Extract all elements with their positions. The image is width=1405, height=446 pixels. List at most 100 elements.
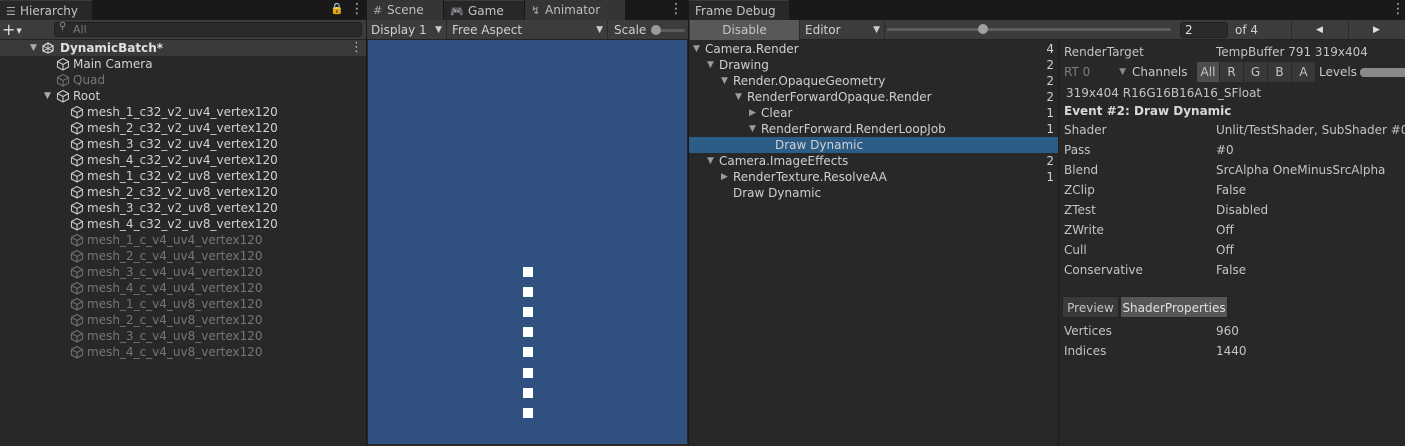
rendered-quad [523,327,533,338]
expand-arrow-icon[interactable]: ▼ [707,153,714,169]
scale-slider[interactable] [651,25,685,35]
preview-subtab[interactable]: Preview [1062,296,1119,318]
event-tree-item[interactable]: ▼ Render.OpaqueGeometry 2 [689,73,1058,89]
frame-debug-menu-icon[interactable]: ⋮ [1391,0,1405,20]
event-label: Camera.ImageEffects [719,154,849,168]
event-tree-item-selected[interactable]: Draw Dynamic [689,137,1058,153]
expand-arrow-icon[interactable]: ▼ [721,73,728,89]
aspect-dropdown[interactable]: Free Aspect ▼ [448,20,608,40]
game-menu-icon[interactable]: ⋮ [669,0,683,20]
hierarchy-item[interactable]: mesh_2_c32_v2_uv4_vertex120 [0,120,366,136]
expand-arrow-icon[interactable]: ▼ [693,41,700,57]
hierarchy-item[interactable]: mesh_2_c_v4_uv4_vertex120 [0,248,366,264]
prev-event-button[interactable]: ◀ [1291,20,1347,40]
hierarchy-item-label: mesh_1_c_v4_uv4_vertex120 [87,233,263,247]
rt-dropdown[interactable]: RT 0 ▼ [1060,62,1130,82]
event-tree-item[interactable]: Draw Dynamic [689,185,1058,201]
hierarchy-item[interactable]: mesh_2_c_v4_uv8_vertex120 [0,312,366,328]
hierarchy-item[interactable]: mesh_4_c32_v2_uv8_vertex120 [0,216,366,232]
hierarchy-item[interactable]: mesh_1_c_v4_uv8_vertex120 [0,296,366,312]
gameobject-cube-icon [70,313,84,327]
rendered-quad [523,387,533,398]
chevron-down-icon: ▼ [435,25,442,35]
disable-button[interactable]: Disable [690,20,800,40]
event-index-field[interactable]: 2 [1180,22,1228,38]
hierarchy-menu-icon[interactable]: ⋮ [350,0,364,20]
hierarchy-item[interactable]: ▼ Root [0,88,366,104]
hierarchy-item[interactable]: mesh_2_c32_v2_uv8_vertex120 [0,184,366,200]
tab-game[interactable]: 🎮 Game [444,0,524,20]
lock-icon[interactable]: 🔒 [330,2,344,16]
expand-arrow-icon[interactable]: ▼ [749,121,756,137]
event-tree-item[interactable]: ▼ Drawing 2 [689,57,1058,73]
stat-value: 1440 [1216,344,1247,358]
gameobject-cube-icon [56,57,70,71]
hierarchy-item[interactable]: mesh_3_c_v4_uv8_vertex120 [0,328,366,344]
channel-a-button[interactable]: A [1292,62,1315,82]
shader-properties-subtab[interactable]: ShaderProperties [1120,296,1228,318]
levels-label: Levels [1319,65,1357,79]
hierarchy-item[interactable]: mesh_3_c32_v2_uv8_vertex120 [0,200,366,216]
next-event-button[interactable]: ▶ [1348,20,1404,40]
channel-all-button[interactable]: All [1197,62,1219,82]
gameobject-cube-icon [70,281,84,295]
hierarchy-item[interactable]: mesh_3_c32_v2_uv4_vertex120 [0,136,366,152]
gameobject-cube-icon [70,249,84,263]
scale-slider-thumb[interactable] [651,25,661,35]
levels-slider[interactable] [1360,68,1405,77]
hierarchy-item-label: mesh_2_c32_v2_uv8_vertex120 [87,185,278,199]
event-tree-item[interactable]: ▶ RenderTexture.ResolveAA 1 [689,169,1058,185]
scene-row[interactable]: ▼ DynamicBatch* ⋮ [0,40,366,56]
event-title: Event #2: Draw Dynamic [1064,104,1232,118]
add-button[interactable]: +▼ [2,20,26,40]
hierarchy-item[interactable]: mesh_1_c32_v2_uv8_vertex120 [0,168,366,184]
tab-game-label: Game [468,4,504,18]
event-slider-thumb[interactable] [978,24,988,34]
game-tabbar: # Scene 🎮 Game ↯ Animator ⋮ [367,0,688,20]
hierarchy-tabbar: ☰ Hierarchy 🔒 ⋮ [0,0,366,20]
expand-arrow-icon[interactable]: ▶ [721,169,728,185]
hierarchy-item[interactable]: Main Camera [0,56,366,72]
hierarchy-item[interactable]: Quad [0,72,366,88]
hierarchy-item[interactable]: mesh_1_c32_v2_uv4_vertex120 [0,104,366,120]
gameobject-cube-icon [70,265,84,279]
search-field[interactable]: ⚲ All [54,21,362,37]
event-tree-item[interactable]: ▼ Camera.Render 4 [689,41,1058,57]
hierarchy-item[interactable]: mesh_4_c32_v2_uv4_vertex120 [0,152,366,168]
next-arrow-icon: ▶ [1373,25,1380,35]
property-value: Off [1216,223,1234,237]
expand-arrow-icon[interactable]: ▼ [707,57,714,73]
game-toolbar: Display 1 ▼ Free Aspect ▼ Scale [367,20,688,40]
event-tree-item[interactable]: ▶ Clear 1 [689,105,1058,121]
expand-arrow-icon[interactable]: ▼ [30,40,37,56]
channel-r-button[interactable]: R [1220,62,1243,82]
hierarchy-item[interactable]: mesh_3_c_v4_uv4_vertex120 [0,264,366,280]
channel-g-button[interactable]: G [1244,62,1267,82]
hierarchy-item[interactable]: mesh_1_c_v4_uv4_vertex120 [0,232,366,248]
game-view[interactable] [368,40,687,444]
event-tree-item[interactable]: ▼ Camera.ImageEffects 2 [689,153,1058,169]
chevron-down-icon: ▼ [873,25,880,35]
expand-arrow-icon[interactable]: ▼ [735,89,742,105]
event-tree-item[interactable]: ▼ RenderForwardOpaque.Render 2 [689,89,1058,105]
hierarchy-item[interactable]: mesh_4_c_v4_uv8_vertex120 [0,344,366,360]
tab-frame-debug[interactable]: Frame Debug [689,0,789,20]
property-name: Cull [1064,243,1087,257]
hierarchy-item[interactable]: mesh_4_c_v4_uv4_vertex120 [0,280,366,296]
expand-arrow-icon[interactable]: ▶ [749,105,756,121]
chevron-down-icon: ▼ [596,25,603,35]
scene-menu-icon[interactable]: ⋮ [350,40,363,56]
frame-debug-tabbar: Frame Debug ⋮ [689,0,1405,20]
tab-scene[interactable]: # Scene [367,0,443,20]
hierarchy-item-label: mesh_1_c32_v2_uv8_vertex120 [87,169,278,183]
hierarchy-item-label: mesh_4_c_v4_uv8_vertex120 [87,345,263,359]
gameobject-cube-icon [70,121,84,135]
tab-hierarchy[interactable]: ☰ Hierarchy [0,0,92,20]
channel-b-button[interactable]: B [1268,62,1291,82]
tab-animator[interactable]: ↯ Animator [525,0,625,20]
event-slider[interactable] [887,24,1171,34]
event-tree-item[interactable]: ▼ RenderForward.RenderLoopJob 1 [689,121,1058,137]
display-dropdown[interactable]: Display 1 ▼ [367,20,447,40]
source-dropdown[interactable]: Editor ▼ [801,20,885,40]
expand-arrow-icon[interactable]: ▼ [44,88,51,104]
